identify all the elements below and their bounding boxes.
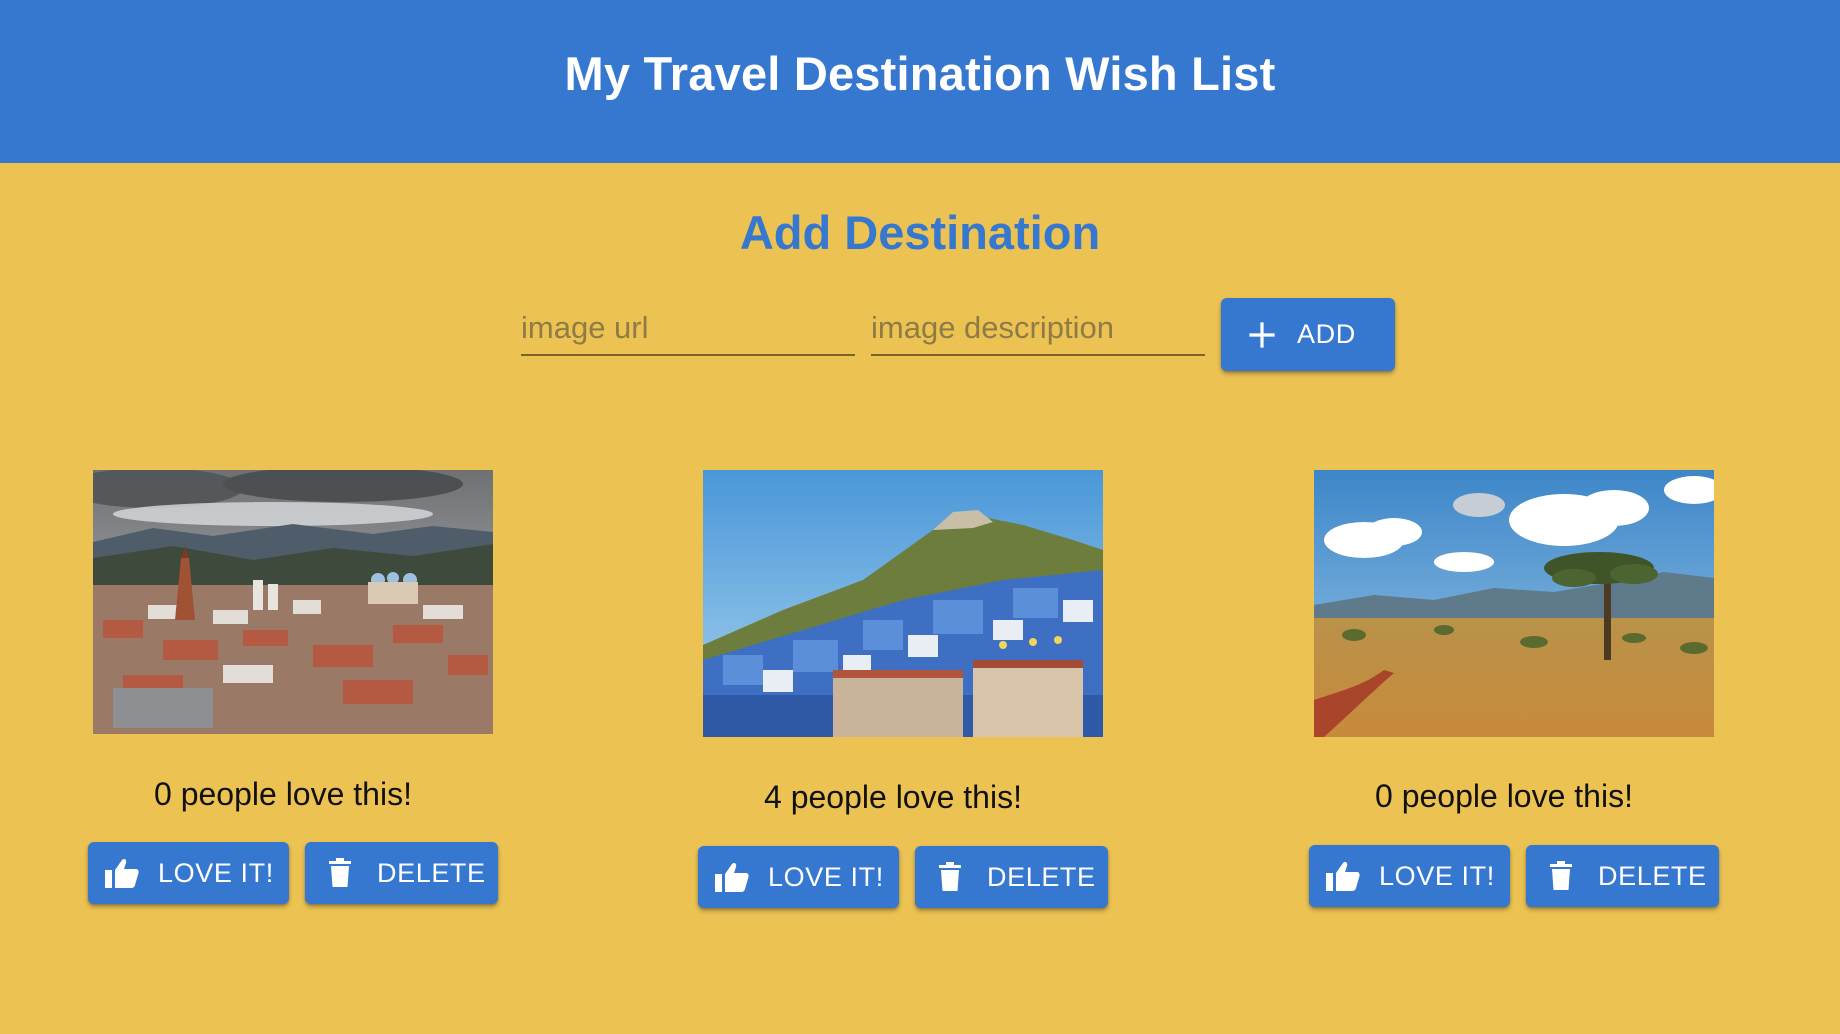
delete-button[interactable]: DELETE [1526,845,1719,907]
image-description-input[interactable] [871,310,1205,346]
image-url-field [521,298,855,356]
destination-card: 4 people love this! LOVE IT! DELETE [683,470,1108,910]
image-description-field [871,298,1205,356]
add-destination-heading: Add Destination [739,206,1101,259]
love-count-text: 4 people love this! [764,779,1022,815]
app-header: My Travel Destination Wish List [0,0,1840,163]
thumbs-up-icon [1325,860,1361,892]
destination-image [1314,470,1714,737]
add-button[interactable]: ADD [1221,298,1395,371]
love-count-text: 0 people love this! [1375,778,1633,814]
trash-icon [939,862,961,892]
love-it-button[interactable]: LOVE IT! [88,842,289,904]
love-count-text: 0 people love this! [154,776,412,812]
page-title: My Travel Destination Wish List [564,47,1276,100]
delete-label: DELETE [377,857,486,888]
destination-card: 0 people love this! LOVE IT! DELETE [1294,470,1719,910]
delete-label: DELETE [987,861,1096,892]
delete-button[interactable]: DELETE [305,842,498,904]
plus-icon [1249,321,1275,348]
love-it-button[interactable]: LOVE IT! [1309,845,1510,907]
thumbs-up-icon [714,861,750,893]
thumbs-up-icon [104,857,140,889]
destination-image [703,470,1103,737]
add-button-label: ADD [1297,319,1356,349]
trash-icon [1550,861,1572,891]
love-it-label: LOVE IT! [768,861,884,892]
delete-button[interactable]: DELETE [915,846,1108,908]
destination-image [93,470,493,734]
love-it-label: LOVE IT! [1379,860,1495,891]
trash-icon [329,858,351,888]
destination-card: 0 people love this! LOVE IT! DELETE [73,470,498,910]
delete-label: DELETE [1598,860,1707,891]
love-it-label: LOVE IT! [158,857,274,888]
love-it-button[interactable]: LOVE IT! [698,846,899,908]
image-url-input[interactable] [521,310,855,346]
